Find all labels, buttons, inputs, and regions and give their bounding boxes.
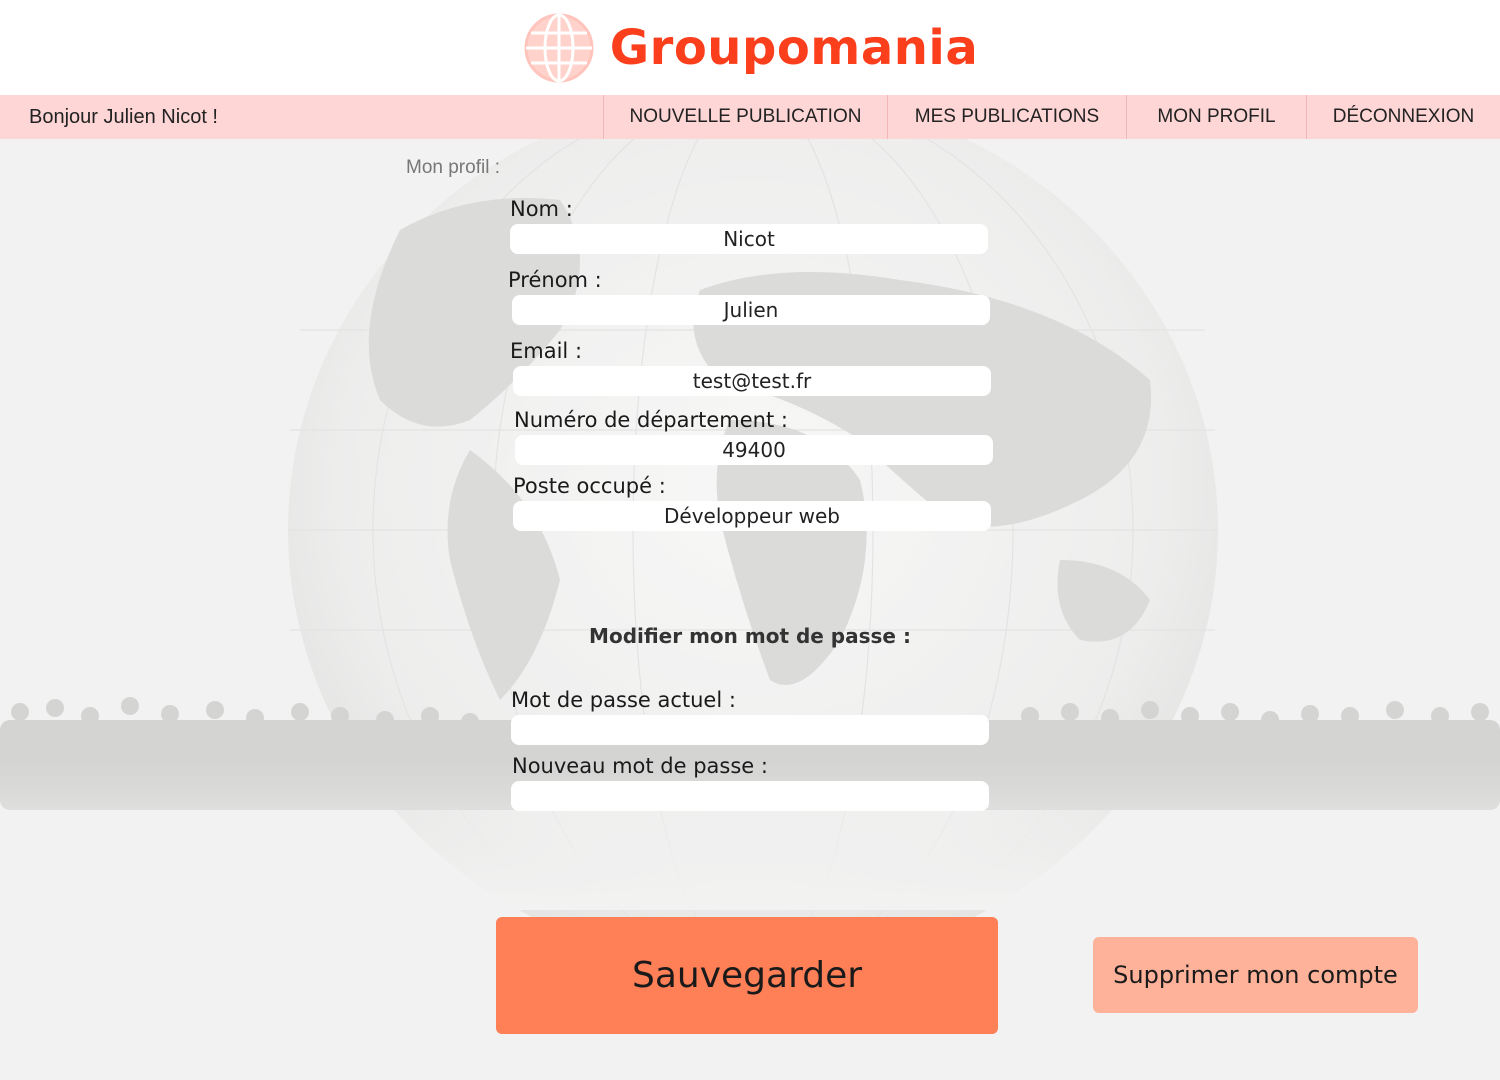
prenom-field[interactable]: Julien	[512, 295, 990, 325]
email-label: Email :	[510, 339, 583, 363]
email-field[interactable]: test@test.fr	[513, 366, 991, 396]
nom-field[interactable]: Nicot	[510, 224, 988, 254]
brand-name: Groupomania	[609, 19, 979, 76]
departement-field[interactable]: 49400	[515, 435, 993, 465]
save-button[interactable]: Sauvegarder	[496, 917, 998, 1034]
new-password-field[interactable]	[511, 781, 989, 811]
user-greeting: Bonjour Julien Nicot !	[29, 105, 218, 128]
nom-label: Nom :	[510, 197, 573, 221]
prenom-label: Prénom :	[508, 268, 602, 292]
main-nav: Bonjour Julien Nicot ! NOUVELLE PUBLICAT…	[0, 95, 1500, 139]
nav-my-posts[interactable]: MES PUBLICATIONS	[887, 95, 1126, 139]
app-header: Groupomania	[0, 0, 1500, 95]
nav-logout[interactable]: DÉCONNEXION	[1306, 95, 1500, 139]
globe-icon	[524, 13, 594, 82]
poste-field[interactable]: Développeur web	[513, 501, 991, 531]
password-section-heading: Modifier mon mot de passe :	[589, 624, 911, 648]
nav-new-post[interactable]: NOUVELLE PUBLICATION	[603, 95, 887, 139]
delete-account-button[interactable]: Supprimer mon compte	[1093, 937, 1418, 1013]
section-title: Mon profil :	[406, 157, 500, 178]
current-password-field[interactable]	[511, 715, 989, 745]
nav-my-profile[interactable]: MON PROFIL	[1126, 95, 1306, 139]
poste-label: Poste occupé :	[513, 474, 666, 498]
current-password-label: Mot de passe actuel :	[511, 688, 736, 712]
departement-label: Numéro de département :	[514, 408, 788, 432]
new-password-label: Nouveau mot de passe :	[512, 754, 768, 778]
